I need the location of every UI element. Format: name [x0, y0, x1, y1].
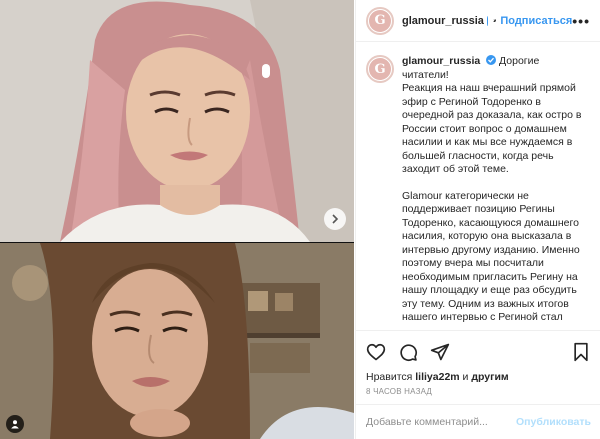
- post-side-panel: G glamour_russia • Подписаться ••• G gla…: [355, 0, 600, 439]
- save-button[interactable]: [571, 342, 591, 362]
- caption-text: glamour_russia Дорогие читатели! Реакция…: [402, 55, 582, 330]
- post-actions: Нравится liliya22m и другим 8 ЧАСОВ НАЗА…: [356, 330, 600, 396]
- likes-prefix: Нравится: [366, 371, 416, 383]
- person-top-illustration: [0, 0, 354, 242]
- publish-button[interactable]: Опубликовать: [516, 416, 591, 428]
- comment-input[interactable]: [366, 416, 517, 428]
- post-timestamp[interactable]: 8 ЧАСОВ НАЗАД: [366, 387, 591, 396]
- heart-icon: [366, 343, 386, 361]
- more-options-icon[interactable]: •••: [572, 13, 590, 29]
- next-slide-button[interactable]: [324, 208, 346, 230]
- caption-avatar[interactable]: G: [366, 55, 394, 83]
- likes-user-link[interactable]: liliya22m: [415, 371, 459, 383]
- caption-intro-line: glamour_russia Дорогие читатели! Реакция…: [402, 55, 582, 177]
- avatar-letter: G: [369, 9, 391, 32]
- comment-icon: [400, 344, 418, 362]
- comment-form: Опубликовать: [356, 404, 600, 439]
- bookmark-icon: [574, 342, 588, 362]
- share-icon: [430, 343, 450, 361]
- comment-button[interactable]: [398, 342, 418, 362]
- post-header: G glamour_russia • Подписаться •••: [356, 0, 600, 42]
- follow-button[interactable]: Подписаться: [500, 15, 572, 27]
- avatar[interactable]: G: [366, 6, 394, 35]
- like-button[interactable]: [366, 342, 386, 362]
- caption-paragraph-1: Реакция на наш вчерашний прямой эфир с Р…: [402, 82, 582, 175]
- tagged-users-button[interactable]: [6, 415, 24, 433]
- likes-summary: Нравится liliya22m и другим: [366, 371, 591, 383]
- person-tag-icon: [11, 420, 19, 429]
- caption-verified-badge-icon: [486, 55, 497, 65]
- video-frame-bottom: [0, 243, 354, 439]
- verified-badge-icon: [486, 15, 495, 26]
- header-username[interactable]: glamour_russia: [402, 15, 484, 27]
- caption-section: G glamour_russia Дорогие читатели! Реакц…: [356, 43, 600, 330]
- person-bottom-illustration: [0, 243, 354, 439]
- caption-avatar-letter: G: [369, 58, 391, 80]
- video-frame-top: [0, 0, 354, 242]
- post-media[interactable]: [0, 0, 354, 439]
- share-button[interactable]: [430, 342, 450, 362]
- caption-paragraph-2: Glamour категорически не поддерживает по…: [402, 189, 580, 324]
- likes-suffix: и: [459, 371, 472, 383]
- chevron-right-icon: [332, 214, 339, 224]
- action-icons-row: [366, 339, 591, 365]
- caption-username[interactable]: glamour_russia: [402, 55, 480, 67]
- likes-others-link[interactable]: другим: [471, 371, 508, 383]
